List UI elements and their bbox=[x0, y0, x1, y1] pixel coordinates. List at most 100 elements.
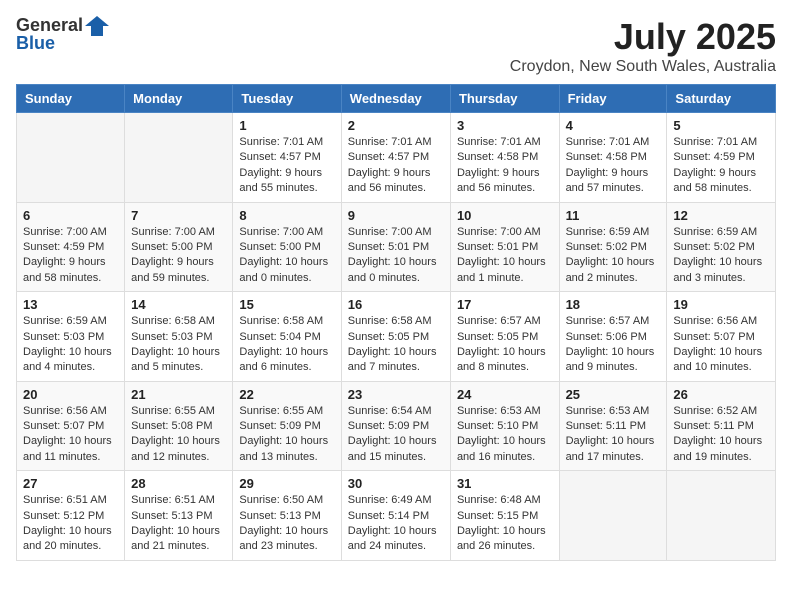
calendar-cell bbox=[125, 113, 233, 203]
logo-icon bbox=[85, 16, 109, 36]
calendar-cell: 20Sunrise: 6:56 AMSunset: 5:07 PMDayligh… bbox=[17, 381, 125, 471]
day-number: 29 bbox=[239, 476, 334, 491]
day-number: 16 bbox=[348, 297, 444, 312]
day-number: 25 bbox=[566, 387, 661, 402]
calendar-cell: 29 Sunrise: 6:50 AMSunset: 5:13 PMDayligh… bbox=[233, 471, 341, 561]
calendar-week-row: 27 Sunrise: 6:51 AMSunset: 5:12 PMDayligh… bbox=[17, 471, 776, 561]
day-info: Sunrise: 7:01 AMSunset: 4:57 PMDaylight:… bbox=[348, 135, 444, 197]
calendar-cell: 4Sunrise: 7:01 AMSunset: 4:58 PMDaylight… bbox=[559, 113, 667, 203]
calendar-cell: 5 Sunrise: 7:01 AMSunset: 4:59 PMDaylight… bbox=[667, 113, 776, 203]
day-info: Sunrise: 6:57 AMSunset: 5:06 PMDaylight:… bbox=[566, 314, 661, 376]
day-number: 10 bbox=[457, 208, 553, 223]
day-number: 28 bbox=[131, 476, 226, 491]
day-number: 14 bbox=[131, 297, 226, 312]
day-info: Sunrise: 6:58 AMSunset: 5:03 PMDaylight:… bbox=[131, 314, 226, 376]
calendar-cell: 21Sunrise: 6:55 AMSunset: 5:08 PMDayligh… bbox=[125, 381, 233, 471]
calendar-cell: 16 Sunrise: 6:58 AMSunset: 5:05 PMDayligh… bbox=[341, 292, 450, 382]
day-info: Sunrise: 6:51 AMSunset: 5:12 PMDaylight:… bbox=[23, 493, 118, 555]
calendar-week-row: 13 Sunrise: 6:59 AMSunset: 5:03 PMDayligh… bbox=[17, 292, 776, 382]
calendar-cell bbox=[17, 113, 125, 203]
day-number: 23 bbox=[348, 387, 444, 402]
day-number: 26 bbox=[673, 387, 769, 402]
day-info: Sunrise: 6:59 AMSunset: 5:03 PMDaylight:… bbox=[23, 314, 118, 376]
day-number: 5 bbox=[673, 118, 769, 133]
day-number: 3 bbox=[457, 118, 553, 133]
calendar-cell: 3 Sunrise: 7:01 AMSunset: 4:58 PMDaylight… bbox=[450, 113, 559, 203]
calendar-cell: 15 Sunrise: 6:58 AMSunset: 5:04 PMDayligh… bbox=[233, 292, 341, 382]
day-number: 9 bbox=[348, 208, 444, 223]
day-number: 27 bbox=[23, 476, 118, 491]
day-info: Sunrise: 6:58 AMSunset: 5:04 PMDaylight:… bbox=[239, 314, 334, 376]
calendar-cell: 1Sunrise: 7:01 AMSunset: 4:57 PMDaylight… bbox=[233, 113, 341, 203]
calendar-cell: 13 Sunrise: 6:59 AMSunset: 5:03 PMDayligh… bbox=[17, 292, 125, 382]
calendar-cell: 26Sunrise: 6:52 AMSunset: 5:11 PMDayligh… bbox=[667, 381, 776, 471]
day-number: 17 bbox=[457, 297, 553, 312]
day-info: Sunrise: 6:59 AMSunset: 5:02 PMDaylight:… bbox=[673, 225, 769, 287]
calendar-cell: 24 Sunrise: 6:53 AMSunset: 5:10 PMDayligh… bbox=[450, 381, 559, 471]
day-number: 19 bbox=[673, 297, 769, 312]
day-info: Sunrise: 6:48 AMSunset: 5:15 PMDaylight:… bbox=[457, 493, 553, 555]
day-info: Sunrise: 7:01 AMSunset: 4:58 PMDaylight:… bbox=[457, 135, 553, 197]
day-number: 30 bbox=[348, 476, 444, 491]
calendar-cell: 2Sunrise: 7:01 AMSunset: 4:57 PMDaylight… bbox=[341, 113, 450, 203]
title-area: July 2025 Croydon, New South Wales, Aust… bbox=[510, 16, 776, 76]
month-year-title: July 2025 bbox=[510, 16, 776, 58]
day-info: Sunrise: 6:57 AMSunset: 5:05 PMDaylight:… bbox=[457, 314, 553, 376]
calendar-cell: 31 Sunrise: 6:48 AMSunset: 5:15 PMDayligh… bbox=[450, 471, 559, 561]
day-info: Sunrise: 6:53 AMSunset: 5:11 PMDaylight:… bbox=[566, 404, 661, 466]
day-info: Sunrise: 6:56 AMSunset: 5:07 PMDaylight:… bbox=[673, 314, 769, 376]
day-info: Sunrise: 6:49 AMSunset: 5:14 PMDaylight:… bbox=[348, 493, 444, 555]
day-number: 13 bbox=[23, 297, 118, 312]
day-info: Sunrise: 7:00 AMSunset: 4:59 PMDaylight:… bbox=[23, 225, 118, 287]
day-info: Sunrise: 6:55 AMSunset: 5:08 PMDaylight:… bbox=[131, 404, 226, 466]
calendar-cell: 14 Sunrise: 6:58 AMSunset: 5:03 PMDayligh… bbox=[125, 292, 233, 382]
day-number: 12 bbox=[673, 208, 769, 223]
col-header-monday: Monday bbox=[125, 85, 233, 113]
day-number: 22 bbox=[239, 387, 334, 402]
calendar-cell: 19 Sunrise: 6:56 AMSunset: 5:07 PMDayligh… bbox=[667, 292, 776, 382]
day-info: Sunrise: 6:54 AMSunset: 5:09 PMDaylight:… bbox=[348, 404, 444, 466]
day-number: 24 bbox=[457, 387, 553, 402]
day-number: 1 bbox=[239, 118, 334, 133]
calendar-cell: 18Sunrise: 6:57 AMSunset: 5:06 PMDayligh… bbox=[559, 292, 667, 382]
calendar-cell: 22 Sunrise: 6:55 AMSunset: 5:09 PMDayligh… bbox=[233, 381, 341, 471]
col-header-tuesday: Tuesday bbox=[233, 85, 341, 113]
calendar-table: SundayMondayTuesdayWednesdayThursdayFrid… bbox=[16, 84, 776, 561]
day-info: Sunrise: 6:53 AMSunset: 5:10 PMDaylight:… bbox=[457, 404, 553, 466]
calendar-cell: 9 Sunrise: 7:00 AMSunset: 5:01 PMDaylight… bbox=[341, 202, 450, 292]
page-header: General Blue July 2025 Croydon, New Sout… bbox=[16, 16, 776, 76]
day-info: Sunrise: 6:56 AMSunset: 5:07 PMDaylight:… bbox=[23, 404, 118, 466]
day-info: Sunrise: 6:50 AMSunset: 5:13 PMDaylight:… bbox=[239, 493, 334, 555]
calendar-cell: 12 Sunrise: 6:59 AMSunset: 5:02 PMDayligh… bbox=[667, 202, 776, 292]
calendar-cell: 6 Sunrise: 7:00 AMSunset: 4:59 PMDaylight… bbox=[17, 202, 125, 292]
col-header-friday: Friday bbox=[559, 85, 667, 113]
day-info: Sunrise: 6:51 AMSunset: 5:13 PMDaylight:… bbox=[131, 493, 226, 555]
calendar-cell bbox=[559, 471, 667, 561]
calendar-cell: 7 Sunrise: 7:00 AMSunset: 5:00 PMDaylight… bbox=[125, 202, 233, 292]
day-number: 15 bbox=[239, 297, 334, 312]
day-number: 8 bbox=[239, 208, 334, 223]
calendar-header-row: SundayMondayTuesdayWednesdayThursdayFrid… bbox=[17, 85, 776, 113]
day-info: Sunrise: 6:58 AMSunset: 5:05 PMDaylight:… bbox=[348, 314, 444, 376]
calendar-cell: 25 Sunrise: 6:53 AMSunset: 5:11 PMDayligh… bbox=[559, 381, 667, 471]
day-number: 6 bbox=[23, 208, 118, 223]
location-subtitle: Croydon, New South Wales, Australia bbox=[510, 58, 776, 76]
calendar-cell: 11Sunrise: 6:59 AMSunset: 5:02 PMDayligh… bbox=[559, 202, 667, 292]
day-info: Sunrise: 7:00 AMSunset: 5:00 PMDaylight:… bbox=[131, 225, 226, 287]
day-number: 11 bbox=[566, 208, 661, 223]
day-number: 7 bbox=[131, 208, 226, 223]
calendar-cell: 23 Sunrise: 6:54 AMSunset: 5:09 PMDayligh… bbox=[341, 381, 450, 471]
calendar-cell: 10Sunrise: 7:00 AMSunset: 5:01 PMDayligh… bbox=[450, 202, 559, 292]
calendar-cell: 8 Sunrise: 7:00 AMSunset: 5:00 PMDaylight… bbox=[233, 202, 341, 292]
day-info: Sunrise: 7:00 AMSunset: 5:01 PMDaylight:… bbox=[348, 225, 444, 287]
col-header-wednesday: Wednesday bbox=[341, 85, 450, 113]
day-info: Sunrise: 7:01 AMSunset: 4:59 PMDaylight:… bbox=[673, 135, 769, 197]
day-info: Sunrise: 7:01 AMSunset: 4:58 PMDaylight:… bbox=[566, 135, 661, 197]
calendar-week-row: 6 Sunrise: 7:00 AMSunset: 4:59 PMDaylight… bbox=[17, 202, 776, 292]
calendar-cell: 28 Sunrise: 6:51 AMSunset: 5:13 PMDayligh… bbox=[125, 471, 233, 561]
day-info: Sunrise: 6:55 AMSunset: 5:09 PMDaylight:… bbox=[239, 404, 334, 466]
day-number: 31 bbox=[457, 476, 553, 491]
calendar-week-row: 1 Sunrise: 7:01 AMSunset: 4:57 PMDaylight… bbox=[17, 113, 776, 203]
col-header-sunday: Sunday bbox=[17, 85, 125, 113]
day-info: Sunrise: 7:00 AMSunset: 5:00 PMDaylight:… bbox=[239, 225, 334, 287]
